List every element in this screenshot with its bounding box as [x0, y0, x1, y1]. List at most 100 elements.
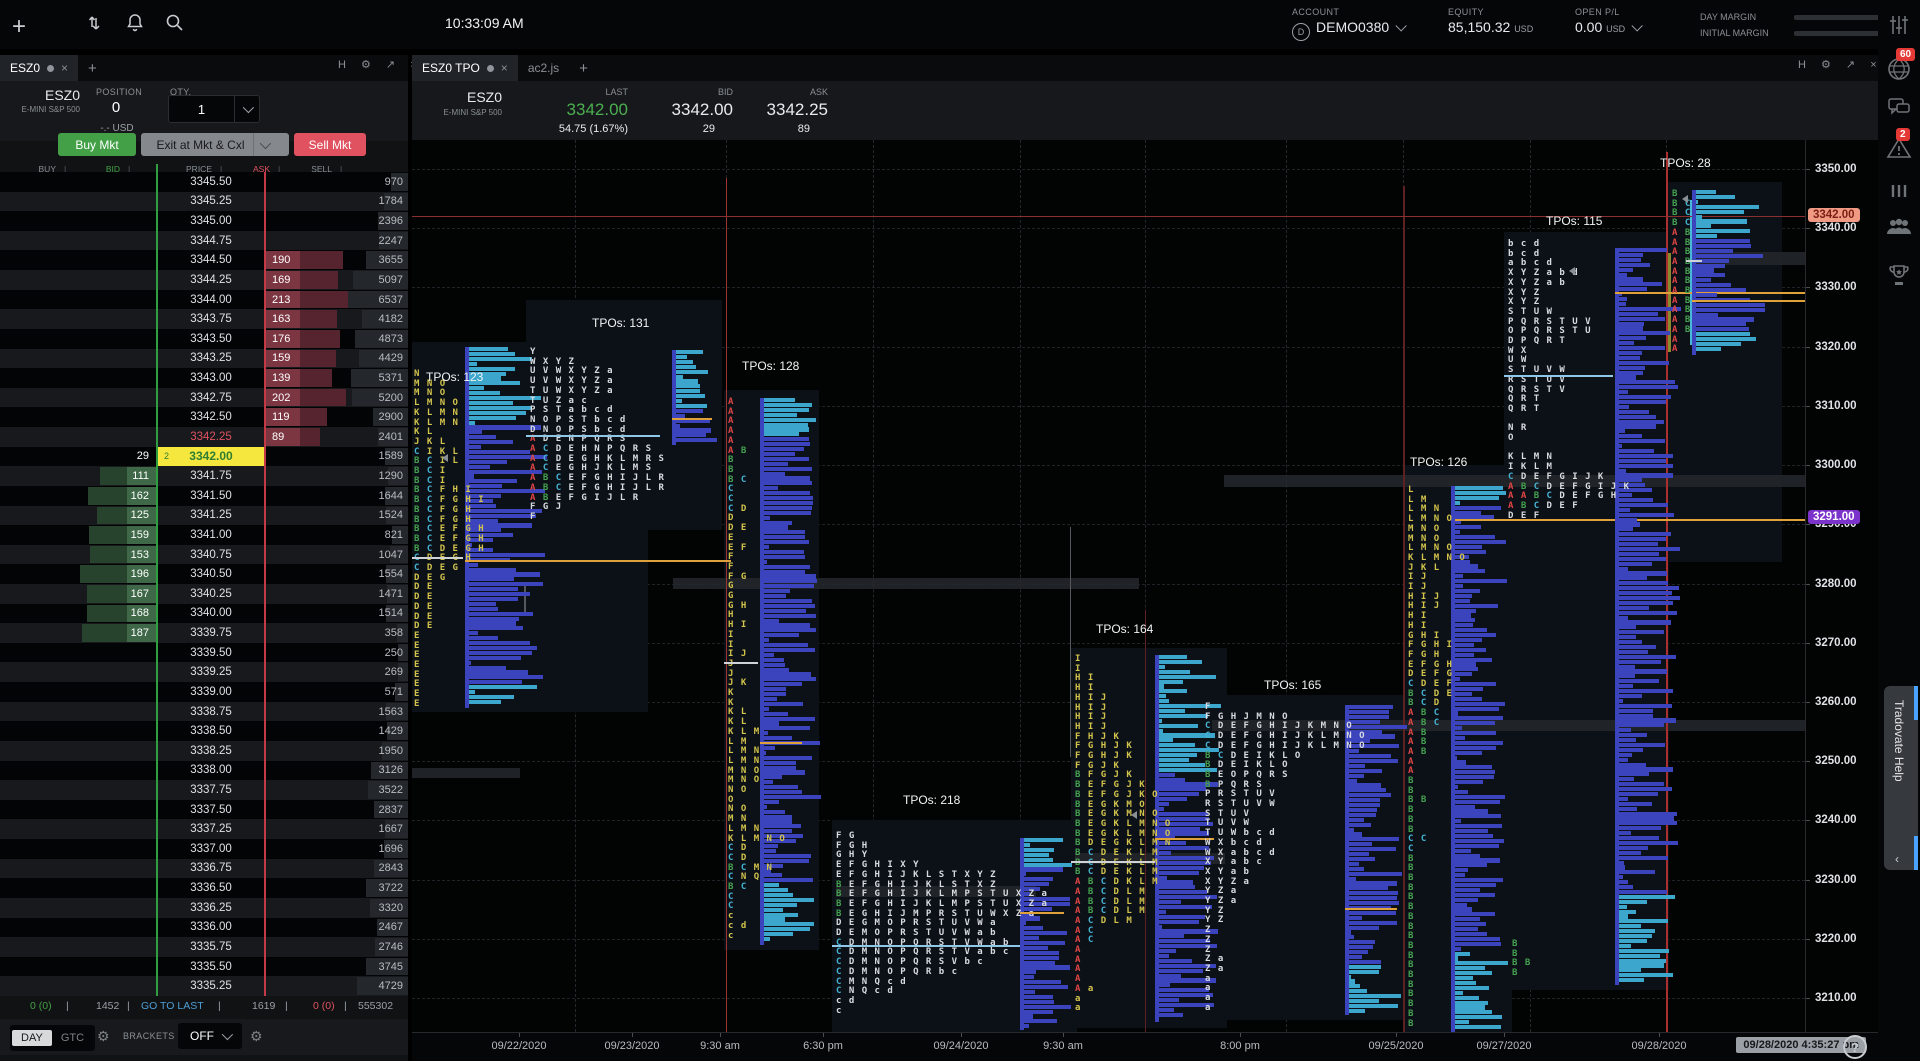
dom-row[interactable]: 65373344.00213: [0, 290, 408, 310]
open-pl-display[interactable]: OPEN P/L 0.00 USD: [1575, 7, 1639, 35]
account-selector[interactable]: ACCOUNT DDEMO0380: [1292, 7, 1403, 41]
price-cell[interactable]: 3335.25: [158, 976, 264, 996]
dom-row[interactable]: 3583339.75187: [0, 623, 408, 643]
price-cell[interactable]: 3336.50: [158, 878, 264, 898]
dom-row[interactable]: 15543340.50196: [0, 564, 408, 584]
price-cell[interactable]: 3339.50: [158, 643, 264, 663]
price-cell[interactable]: 3339.25: [158, 662, 264, 682]
dom-row[interactable]: 24013342.2589: [0, 427, 408, 447]
price-cell[interactable]: 3338.25: [158, 741, 264, 761]
tab-ac2js[interactable]: ac2.js: [518, 55, 569, 81]
duration-toggle[interactable]: DAY GTC: [10, 1025, 95, 1051]
price-cell[interactable]: 3336.75: [158, 859, 264, 879]
dom-row[interactable]: 158923342.0029: [0, 447, 408, 467]
dom-row[interactable]: 47293335.25: [0, 976, 408, 996]
dom-row[interactable]: 53713343.00139: [0, 368, 408, 388]
gear-icon[interactable]: ⚙: [250, 1028, 263, 1045]
transfer-icon[interactable]: [86, 13, 106, 33]
price-cell[interactable]: 3339.00: [158, 682, 264, 702]
dom-row[interactable]: 22473344.75: [0, 231, 408, 251]
dom-row[interactable]: 14293338.50: [0, 721, 408, 741]
price-cell[interactable]: 3340.00: [158, 604, 264, 624]
price-cell[interactable]: 3345.00: [158, 211, 264, 231]
price-cell[interactable]: 3340.75: [158, 545, 264, 565]
people-icon[interactable]: [1878, 217, 1920, 237]
price-cell[interactable]: 3336.00: [158, 918, 264, 938]
price-cell[interactable]: 3336.25: [158, 898, 264, 918]
dom-row[interactable]: 28433336.75: [0, 859, 408, 879]
dom-row[interactable]: 24673336.00: [0, 918, 408, 938]
price-cell[interactable]: 3345.25: [158, 192, 264, 212]
tpo-chart[interactable]: N M N O M N O L M N O K L M N K L M N K …: [412, 140, 1805, 1032]
price-cell[interactable]: 3341.75: [158, 466, 264, 486]
dom-row[interactable]: 35223337.75: [0, 780, 408, 800]
gear-icon[interactable]: ⚙: [97, 1028, 110, 1045]
price-cell[interactable]: 3339.75: [158, 623, 264, 643]
dom-row[interactable]: 2693339.25: [0, 662, 408, 682]
dom-row[interactable]: 19503338.25: [0, 741, 408, 761]
dom-row[interactable]: 12903341.75111: [0, 466, 408, 486]
price-cell[interactable]: 3344.00: [158, 290, 264, 310]
close-icon[interactable]: ×: [501, 61, 508, 75]
dom-row[interactable]: 36553344.50190: [0, 250, 408, 270]
dom-row[interactable]: 37223336.50: [0, 878, 408, 898]
price-cell[interactable]: 3342.50: [158, 407, 264, 427]
dom-row[interactable]: 41823343.75163: [0, 309, 408, 329]
price-cell[interactable]: 3341.25: [158, 506, 264, 526]
price-cell[interactable]: 3344.25: [158, 270, 264, 290]
price-cell[interactable]: 3335.75: [158, 937, 264, 957]
tpo-panel-icons[interactable]: H ⚙ ↗ ×: [1798, 58, 1883, 71]
last-price-cell[interactable]: 23342.00: [158, 447, 264, 467]
columns-icon[interactable]: [1878, 183, 1920, 199]
price-cell[interactable]: 3342.25: [158, 427, 264, 447]
dom-row[interactable]: 48733343.50176: [0, 329, 408, 349]
exit-at-market-button[interactable]: Exit at Mkt & Cxl: [141, 133, 289, 156]
price-cell[interactable]: 3343.50: [158, 329, 264, 349]
notifications-bell-icon[interactable]: [126, 13, 144, 33]
price-cell[interactable]: 3343.75: [158, 309, 264, 329]
dom-row[interactable]: 37453335.50: [0, 957, 408, 977]
dom-row[interactable]: 15243341.25125: [0, 506, 408, 526]
price-cell[interactable]: 3337.75: [158, 780, 264, 800]
dom-panel-icons[interactable]: H ⚙ ↗ ×: [338, 58, 423, 71]
price-cell[interactable]: 3337.00: [158, 839, 264, 859]
dom-row[interactable]: 14713340.25167: [0, 584, 408, 604]
dom-row[interactable]: 16673337.25: [0, 819, 408, 839]
price-cell[interactable]: 3338.75: [158, 702, 264, 722]
dom-row[interactable]: 8213341.00159: [0, 525, 408, 545]
price-cell[interactable]: 3338.50: [158, 721, 264, 741]
dom-row[interactable]: 52003342.75202: [0, 388, 408, 408]
add-workspace-icon[interactable]: +: [12, 13, 26, 41]
dom-row[interactable]: 2503339.50: [0, 643, 408, 663]
price-cell[interactable]: 3345.50: [158, 172, 264, 192]
price-cell[interactable]: 3338.00: [158, 761, 264, 781]
price-cell[interactable]: 3337.50: [158, 800, 264, 820]
price-cell[interactable]: 3341.00: [158, 525, 264, 545]
price-cell[interactable]: 3343.00: [158, 368, 264, 388]
help-icon[interactable]: ?: [1843, 1035, 1867, 1059]
dom-row[interactable]: 16963337.00: [0, 839, 408, 859]
dom-row[interactable]: 31263338.00: [0, 761, 408, 781]
price-cell[interactable]: 3335.50: [158, 957, 264, 977]
buy-market-button[interactable]: Buy Mkt: [58, 133, 136, 156]
chat-icon[interactable]: [1878, 96, 1920, 118]
trophy-icon[interactable]: [1878, 263, 1920, 289]
dom-row[interactable]: 9703345.50: [0, 172, 408, 192]
sell-market-button[interactable]: Sell Mkt: [294, 133, 366, 156]
quantity-selector[interactable]: 1: [168, 95, 260, 123]
tradovate-help-tab[interactable]: Tradovate Help ‹: [1884, 686, 1918, 870]
price-cell[interactable]: 3342.75: [158, 388, 264, 408]
dom-row[interactable]: 44293343.25159: [0, 349, 408, 369]
price-cell[interactable]: 3340.50: [158, 564, 264, 584]
dom-row[interactable]: 10473340.75153: [0, 545, 408, 565]
close-icon[interactable]: ×: [61, 61, 68, 75]
dom-row[interactable]: 23963345.00: [0, 211, 408, 231]
price-axis[interactable]: 3350.003340.003330.003320.003310.003300.…: [1805, 140, 1879, 1032]
price-cell[interactable]: 3341.50: [158, 486, 264, 506]
tab-esz0-tpo[interactable]: ESZ0 TPO×: [412, 55, 518, 81]
dom-row[interactable]: 15633338.75: [0, 702, 408, 722]
price-cell[interactable]: 3340.25: [158, 584, 264, 604]
search-icon[interactable]: [165, 13, 184, 32]
price-cell[interactable]: 3343.25: [158, 349, 264, 369]
brackets-selector[interactable]: OFF: [178, 1023, 242, 1049]
